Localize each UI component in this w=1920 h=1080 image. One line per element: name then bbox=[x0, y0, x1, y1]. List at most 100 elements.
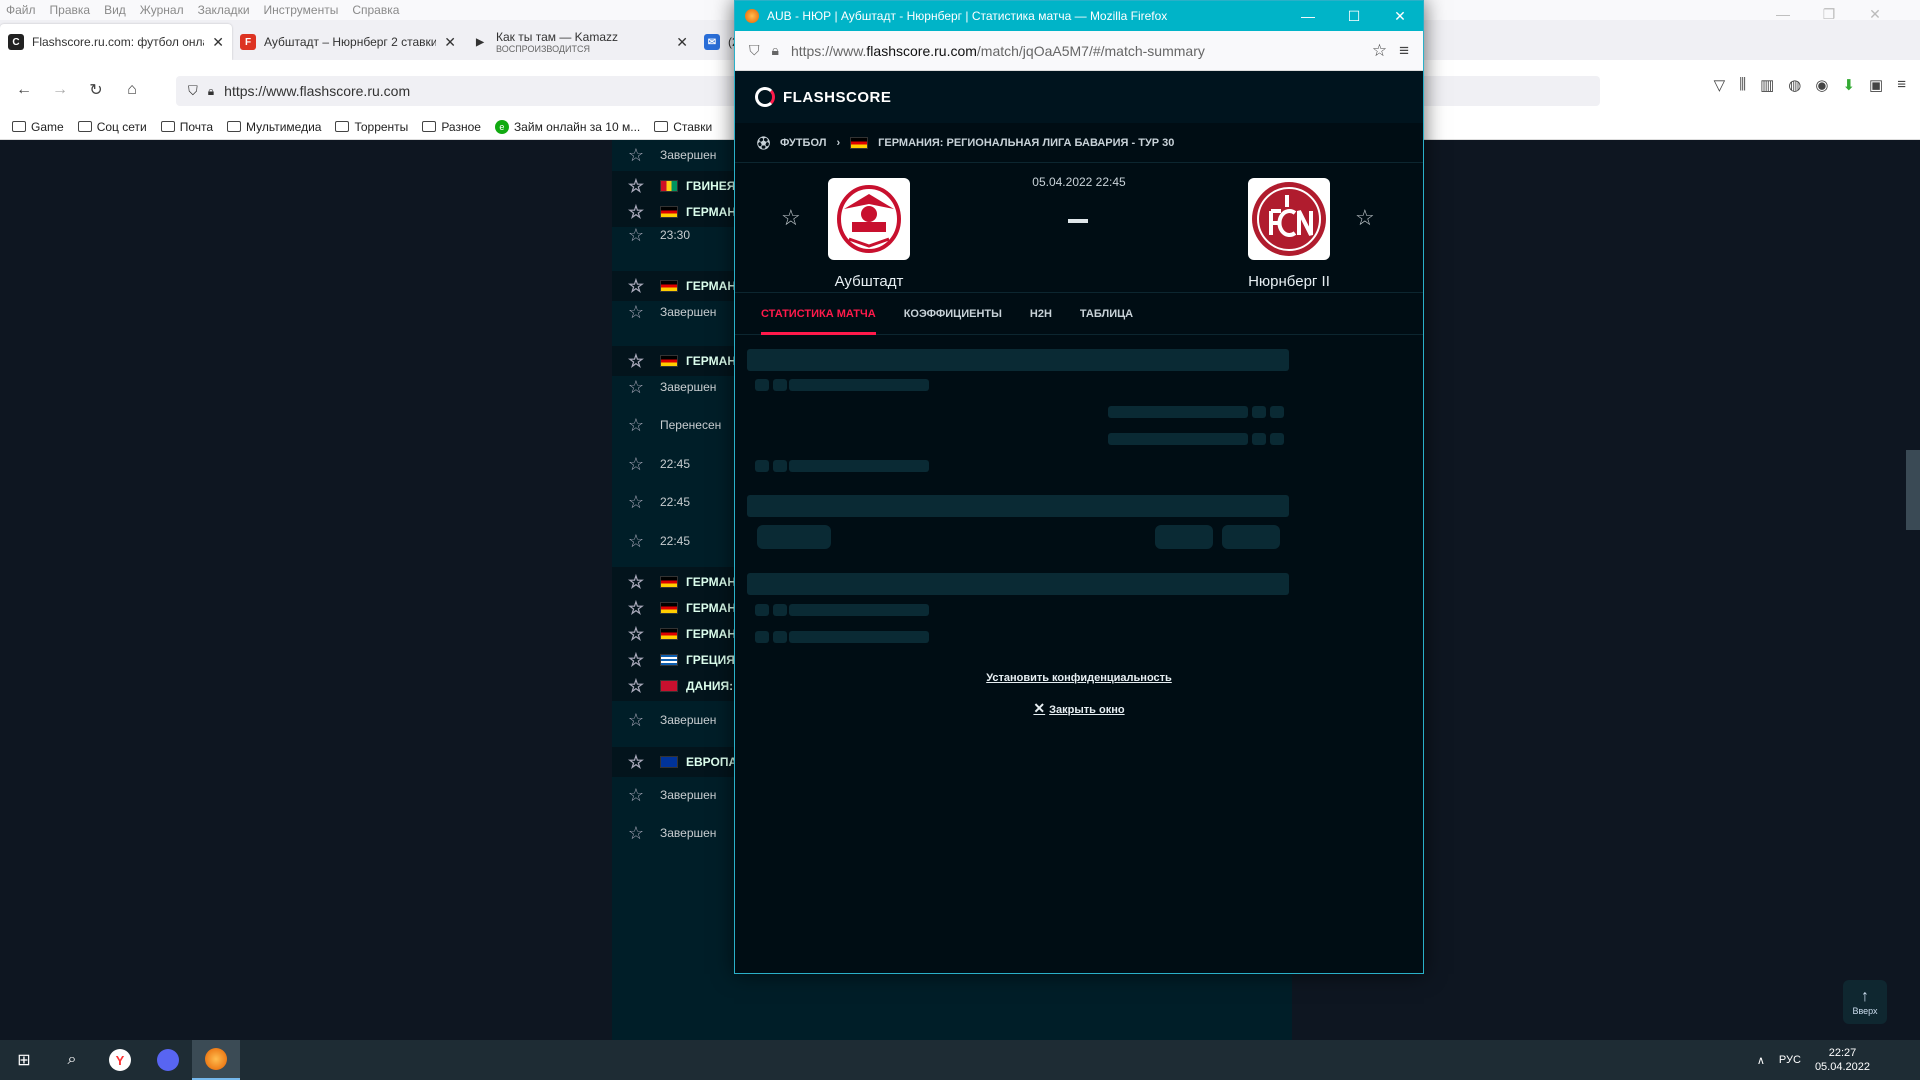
shield-icon[interactable]: ⛉ bbox=[188, 83, 198, 99]
scroll-up-button[interactable]: ↑ Вверх bbox=[1843, 980, 1887, 1024]
bookmark-item[interactable]: Торренты bbox=[335, 120, 408, 134]
download-icon[interactable]: ⬇ bbox=[1842, 76, 1855, 94]
url-path: /match/jqOaA5M7/#/match-summary bbox=[976, 42, 1205, 59]
menu-item[interactable]: Инструменты bbox=[264, 3, 339, 17]
firefox-icon[interactable] bbox=[192, 1040, 240, 1080]
scrollbar-thumb[interactable] bbox=[1906, 450, 1920, 530]
clock[interactable]: 22:27 05.04.2022 bbox=[1815, 1046, 1870, 1074]
bookmark-item[interactable]: Ставки bbox=[654, 120, 712, 134]
favorite-star-icon[interactable]: ☆ bbox=[626, 225, 646, 246]
library-icon[interactable]: ⫼ bbox=[1739, 76, 1746, 94]
favorite-star-icon[interactable]: ☆ bbox=[626, 572, 646, 593]
tab-title: Flashscore.ru.com: футбол онлайн bbox=[32, 35, 205, 49]
bookmark-item[interactable]: Соц сети bbox=[77, 120, 147, 134]
menu-item[interactable]: Вид bbox=[104, 3, 126, 17]
flashscore-header: FLASHSCORE bbox=[735, 71, 1423, 123]
scrollbar[interactable] bbox=[1904, 140, 1920, 1040]
tab-odds[interactable]: КОЭФФИЦИЕНТЫ bbox=[904, 293, 1002, 335]
favorite-star-icon[interactable]: ☆ bbox=[626, 377, 646, 398]
favorite-away-star-icon[interactable]: ☆ bbox=[1355, 205, 1375, 231]
favorite-star-icon[interactable]: ☆ bbox=[626, 752, 646, 773]
home-icon[interactable]: ⌂ bbox=[118, 76, 146, 104]
favorite-star-icon[interactable]: ☆ bbox=[626, 531, 646, 552]
bookmark-item[interactable]: Game bbox=[12, 120, 64, 134]
home-team-name[interactable]: Аубштадт bbox=[784, 273, 954, 290]
site-favicon-icon: F bbox=[240, 34, 256, 50]
bookmark-item[interactable]: e Займ онлайн за 10 м... bbox=[494, 119, 640, 134]
match-status: 23:30 bbox=[660, 228, 691, 242]
tab-table[interactable]: ТАБЛИЦА bbox=[1080, 293, 1133, 335]
lock-icon: 🔒︎ bbox=[207, 83, 215, 98]
restore-icon[interactable]: ❐ bbox=[1806, 0, 1852, 28]
close-icon[interactable]: ✕ bbox=[1852, 0, 1898, 28]
browser-tab[interactable]: C Flashscore.ru.com: футбол онлайн ✕ bbox=[0, 24, 232, 60]
url-prefix: https://www. bbox=[790, 42, 867, 59]
browser-tab[interactable]: ▶ Как ты там — Kamazz ВОСПРОИЗВОДИТСЯ ✕ bbox=[464, 24, 696, 60]
popup-url-bar[interactable]: ⛉ 🔒︎ https://www.flashscore.ru.com/match… bbox=[735, 31, 1423, 71]
favorite-star-icon[interactable]: ☆ bbox=[626, 785, 646, 806]
url-text[interactable]: https://www.flashscore.ru.com bbox=[224, 83, 410, 99]
favorite-star-icon[interactable]: ☆ bbox=[626, 176, 646, 197]
tab-close-icon[interactable]: ✕ bbox=[212, 34, 224, 51]
favorite-star-icon[interactable]: ☆ bbox=[626, 454, 646, 475]
bookmark-item[interactable]: Мультимедиа bbox=[227, 120, 321, 134]
popup-close-icon[interactable]: ✕ bbox=[1377, 8, 1423, 25]
language-indicator[interactable]: РУС bbox=[1779, 1054, 1801, 1066]
tab-close-icon[interactable]: ✕ bbox=[444, 34, 456, 51]
favorite-star-icon[interactable]: ☆ bbox=[626, 676, 646, 697]
away-team-logo[interactable] bbox=[1248, 178, 1330, 260]
close-window-link[interactable]: ✕ Закрыть окно bbox=[735, 700, 1423, 717]
menu-item[interactable]: Журнал bbox=[140, 3, 184, 17]
favorite-star-icon[interactable]: ☆ bbox=[626, 710, 646, 731]
bookmark-label: Разное bbox=[441, 119, 481, 134]
favorite-star-icon[interactable]: ☆ bbox=[626, 145, 646, 166]
bookmark-star-icon[interactable]: ☆ bbox=[1372, 41, 1387, 61]
menu-item[interactable]: Справка bbox=[352, 3, 399, 17]
shield-icon[interactable]: ⛉ bbox=[749, 42, 760, 59]
pocket-icon[interactable]: ▽ bbox=[1714, 76, 1726, 94]
site-favicon-icon: C bbox=[8, 34, 24, 50]
bookmark-item[interactable]: Разное bbox=[422, 120, 481, 134]
tab-h2h[interactable]: H2H bbox=[1030, 293, 1052, 335]
windows-start-icon[interactable]: ⊞ bbox=[0, 1040, 48, 1080]
menu-item[interactable]: Закладки bbox=[198, 3, 250, 17]
adblock-icon[interactable]: ◉ bbox=[1815, 76, 1828, 94]
popup-maximize-icon[interactable]: ☐ bbox=[1331, 8, 1377, 25]
back-icon[interactable]: ← bbox=[10, 76, 38, 104]
popup-minimize-icon[interactable]: — bbox=[1285, 8, 1331, 25]
folder-icon bbox=[12, 121, 26, 132]
menu-item[interactable]: Файл bbox=[6, 3, 36, 17]
forward-icon[interactable]: → bbox=[46, 76, 74, 104]
extension-icon[interactable]: ▣ bbox=[1869, 76, 1883, 94]
chevron-up-icon[interactable]: ∧ bbox=[1757, 1054, 1765, 1067]
reload-icon[interactable]: ↻ bbox=[82, 76, 110, 104]
yandex-browser-icon[interactable]: Y bbox=[96, 1040, 144, 1080]
search-icon[interactable]: ⌕ bbox=[48, 1040, 96, 1080]
minimize-icon[interactable]: — bbox=[1760, 0, 1806, 28]
discord-icon[interactable] bbox=[144, 1040, 192, 1080]
favorite-star-icon[interactable]: ☆ bbox=[626, 302, 646, 323]
favorite-star-icon[interactable]: ☆ bbox=[626, 415, 646, 436]
menu-icon[interactable]: ≡ bbox=[1897, 76, 1906, 94]
menu-icon[interactable]: ≡ bbox=[1399, 41, 1409, 61]
favorite-star-icon[interactable]: ☆ bbox=[626, 351, 646, 372]
privacy-settings-link[interactable]: Установить конфиденциальность bbox=[735, 672, 1423, 684]
favorite-star-icon[interactable]: ☆ bbox=[626, 823, 646, 844]
breadcrumb-league[interactable]: ГЕРМАНИЯ: РЕГИОНАЛЬНАЯ ЛИГА БАВАРИЯ - ТУ… bbox=[878, 137, 1174, 149]
favorite-star-icon[interactable]: ☆ bbox=[626, 492, 646, 513]
bookmark-item[interactable]: Почта bbox=[160, 120, 213, 134]
breadcrumb-sport[interactable]: ФУТБОЛ bbox=[780, 137, 826, 149]
favorite-star-icon[interactable]: ☆ bbox=[626, 276, 646, 297]
away-team-name[interactable]: Нюрнберг II bbox=[1204, 273, 1374, 290]
favorite-home-star-icon[interactable]: ☆ bbox=[781, 205, 801, 231]
sidebar-icon[interactable]: ▥ bbox=[1760, 76, 1774, 94]
menu-item[interactable]: Правка bbox=[50, 3, 91, 17]
favorite-star-icon[interactable]: ☆ bbox=[626, 650, 646, 671]
browser-tab[interactable]: F Аубштадт – Нюрнберг 2 ставки ✕ bbox=[232, 24, 464, 60]
tab-stats[interactable]: СТАТИСТИКА МАТЧА bbox=[761, 293, 876, 335]
home-team-logo[interactable] bbox=[828, 178, 910, 260]
globe-icon[interactable]: ◍ bbox=[1788, 76, 1801, 94]
tab-close-icon[interactable]: ✕ bbox=[676, 34, 688, 51]
favorite-star-icon[interactable]: ☆ bbox=[626, 624, 646, 645]
favorite-star-icon[interactable]: ☆ bbox=[626, 598, 646, 619]
